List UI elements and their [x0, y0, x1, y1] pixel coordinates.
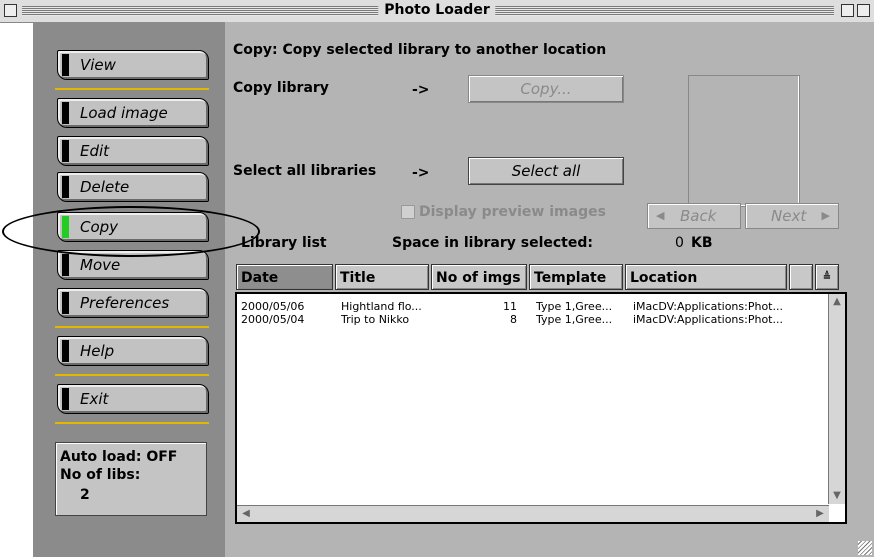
column-header-title[interactable]: Title: [335, 264, 429, 290]
cell-template: Type 1,Gree...: [536, 313, 613, 326]
display-preview-checkbox[interactable]: [401, 205, 415, 219]
column-header-template[interactable]: Template: [529, 264, 623, 290]
back-button[interactable]: ◀ Back: [647, 203, 741, 229]
cell-date: 2000/05/04: [241, 313, 305, 326]
left-arrow-icon: ◀: [656, 209, 665, 222]
preview-image-box: [688, 75, 800, 207]
sidebar-item-preferences[interactable]: Preferences: [57, 288, 209, 318]
table-row[interactable]: 2000/05/06 Hightland flo... 11 Type 1,Gr…: [241, 300, 817, 313]
tab-indicator: [62, 292, 69, 314]
sidebar-item-copy[interactable]: Copy: [57, 212, 209, 242]
sidebar-item-label: Preferences: [80, 294, 170, 312]
vertical-scrollbar[interactable]: ▲ ▼: [828, 294, 845, 504]
space-label: Space in library selected:: [392, 235, 593, 251]
sidebar-item-view[interactable]: View: [57, 50, 209, 80]
select-all-label: Select all libraries: [233, 163, 377, 179]
close-box[interactable]: [4, 4, 17, 17]
next-button[interactable]: Next ▶: [745, 203, 839, 229]
column-header-spacer: [789, 264, 813, 290]
tab-indicator: [62, 388, 69, 410]
resize-grip-icon[interactable]: [858, 541, 872, 555]
scroll-left-icon[interactable]: ◀: [239, 507, 253, 521]
window-title: Photo Loader: [378, 2, 496, 18]
space-unit: KB: [691, 235, 713, 251]
library-list-label: Library list: [241, 235, 327, 251]
libs-count-label: No of libs:: [60, 467, 141, 483]
column-header-location[interactable]: Location: [625, 264, 787, 290]
scroll-up-icon[interactable]: ▲: [830, 295, 844, 309]
next-button-label: Next: [771, 207, 807, 225]
page-title: Copy: Copy selected library to another l…: [233, 42, 607, 58]
tab-indicator: [62, 140, 69, 162]
cell-location: iMacDV:Applications:Phot...: [633, 300, 783, 313]
cell-title: Trip to Nikko: [341, 313, 410, 326]
collapse-box[interactable]: [857, 4, 870, 17]
select-all-button[interactable]: Select all: [468, 157, 624, 185]
active-tab-indicator: [62, 216, 69, 238]
horizontal-scrollbar[interactable]: ◀ ▶: [237, 505, 829, 522]
cell-template: Type 1,Gree...: [536, 300, 613, 313]
sidebar-item-label: View: [80, 56, 116, 74]
sidebar-item-label: Load image: [80, 104, 168, 122]
tab-indicator: [62, 340, 69, 362]
column-header-no-of-imgs[interactable]: No of imgs: [431, 264, 527, 290]
sidebar-divider: [55, 326, 209, 328]
arrow-indicator: ->: [412, 82, 430, 98]
cell-count: 11: [503, 300, 517, 313]
sidebar-item-label: Delete: [80, 178, 130, 196]
sidebar-item-label: Copy: [80, 218, 119, 236]
library-list-table: 2000/05/06 Hightland flo... 11 Type 1,Gr…: [235, 292, 847, 524]
table-body: 2000/05/06 Hightland flo... 11 Type 1,Gr…: [241, 300, 817, 326]
cell-count: 8: [510, 313, 517, 326]
zoom-box[interactable]: [841, 4, 854, 17]
column-header-date[interactable]: Date: [236, 264, 333, 290]
sidebar-item-label: Move: [80, 256, 121, 274]
sidebar-item-label: Help: [80, 342, 115, 360]
space-value: 0: [675, 235, 684, 251]
scroll-down-icon[interactable]: ▼: [830, 489, 844, 503]
sidebar-divider: [55, 374, 209, 376]
tab-indicator: [62, 102, 69, 124]
copy-button[interactable]: Copy...: [468, 75, 624, 103]
copy-library-label: Copy library: [233, 80, 329, 96]
right-arrow-icon: ▶: [821, 209, 830, 222]
sidebar-item-label: Exit: [80, 390, 109, 408]
sidebar-item-edit[interactable]: Edit: [57, 136, 209, 166]
tab-indicator: [62, 176, 69, 198]
status-panel: Auto load: OFF No of libs: 2: [55, 442, 207, 516]
title-bar[interactable]: Photo Loader: [0, 0, 874, 23]
libs-count-value: 2: [80, 487, 90, 503]
arrow-indicator: ->: [412, 165, 430, 181]
photo-loader-window: Photo Loader View Load image Edit Delete…: [0, 0, 874, 557]
cell-location: iMacDV:Applications:Phot...: [633, 313, 783, 326]
scroll-right-icon[interactable]: ▶: [813, 507, 827, 521]
sidebar-item-exit[interactable]: Exit: [57, 384, 209, 414]
sidebar-item-move[interactable]: Move: [57, 250, 209, 280]
sidebar-divider: [55, 88, 209, 90]
table-row[interactable]: 2000/05/04 Trip to Nikko 8 Type 1,Gree..…: [241, 313, 817, 326]
main-panel: Copy: Copy selected library to another l…: [225, 22, 874, 557]
back-button-label: Back: [680, 207, 717, 225]
cell-date: 2000/05/06: [241, 300, 305, 313]
cell-title: Hightland flo...: [341, 300, 422, 313]
sidebar-divider: [55, 422, 209, 424]
tab-indicator: [62, 254, 69, 276]
sidebar-item-help[interactable]: Help: [57, 336, 209, 366]
sidebar-item-delete[interactable]: Delete: [57, 172, 209, 202]
display-preview-label: Display preview images: [419, 204, 606, 220]
autoload-status: Auto load: OFF: [60, 449, 178, 465]
sidebar-item-load-image[interactable]: Load image: [57, 98, 209, 128]
sidebar-item-label: Edit: [80, 142, 110, 160]
sort-toggle-icon[interactable]: ≜: [815, 264, 839, 290]
tab-indicator: [62, 54, 69, 76]
sidebar: View Load image Edit Delete Copy Move Pr…: [33, 22, 225, 557]
